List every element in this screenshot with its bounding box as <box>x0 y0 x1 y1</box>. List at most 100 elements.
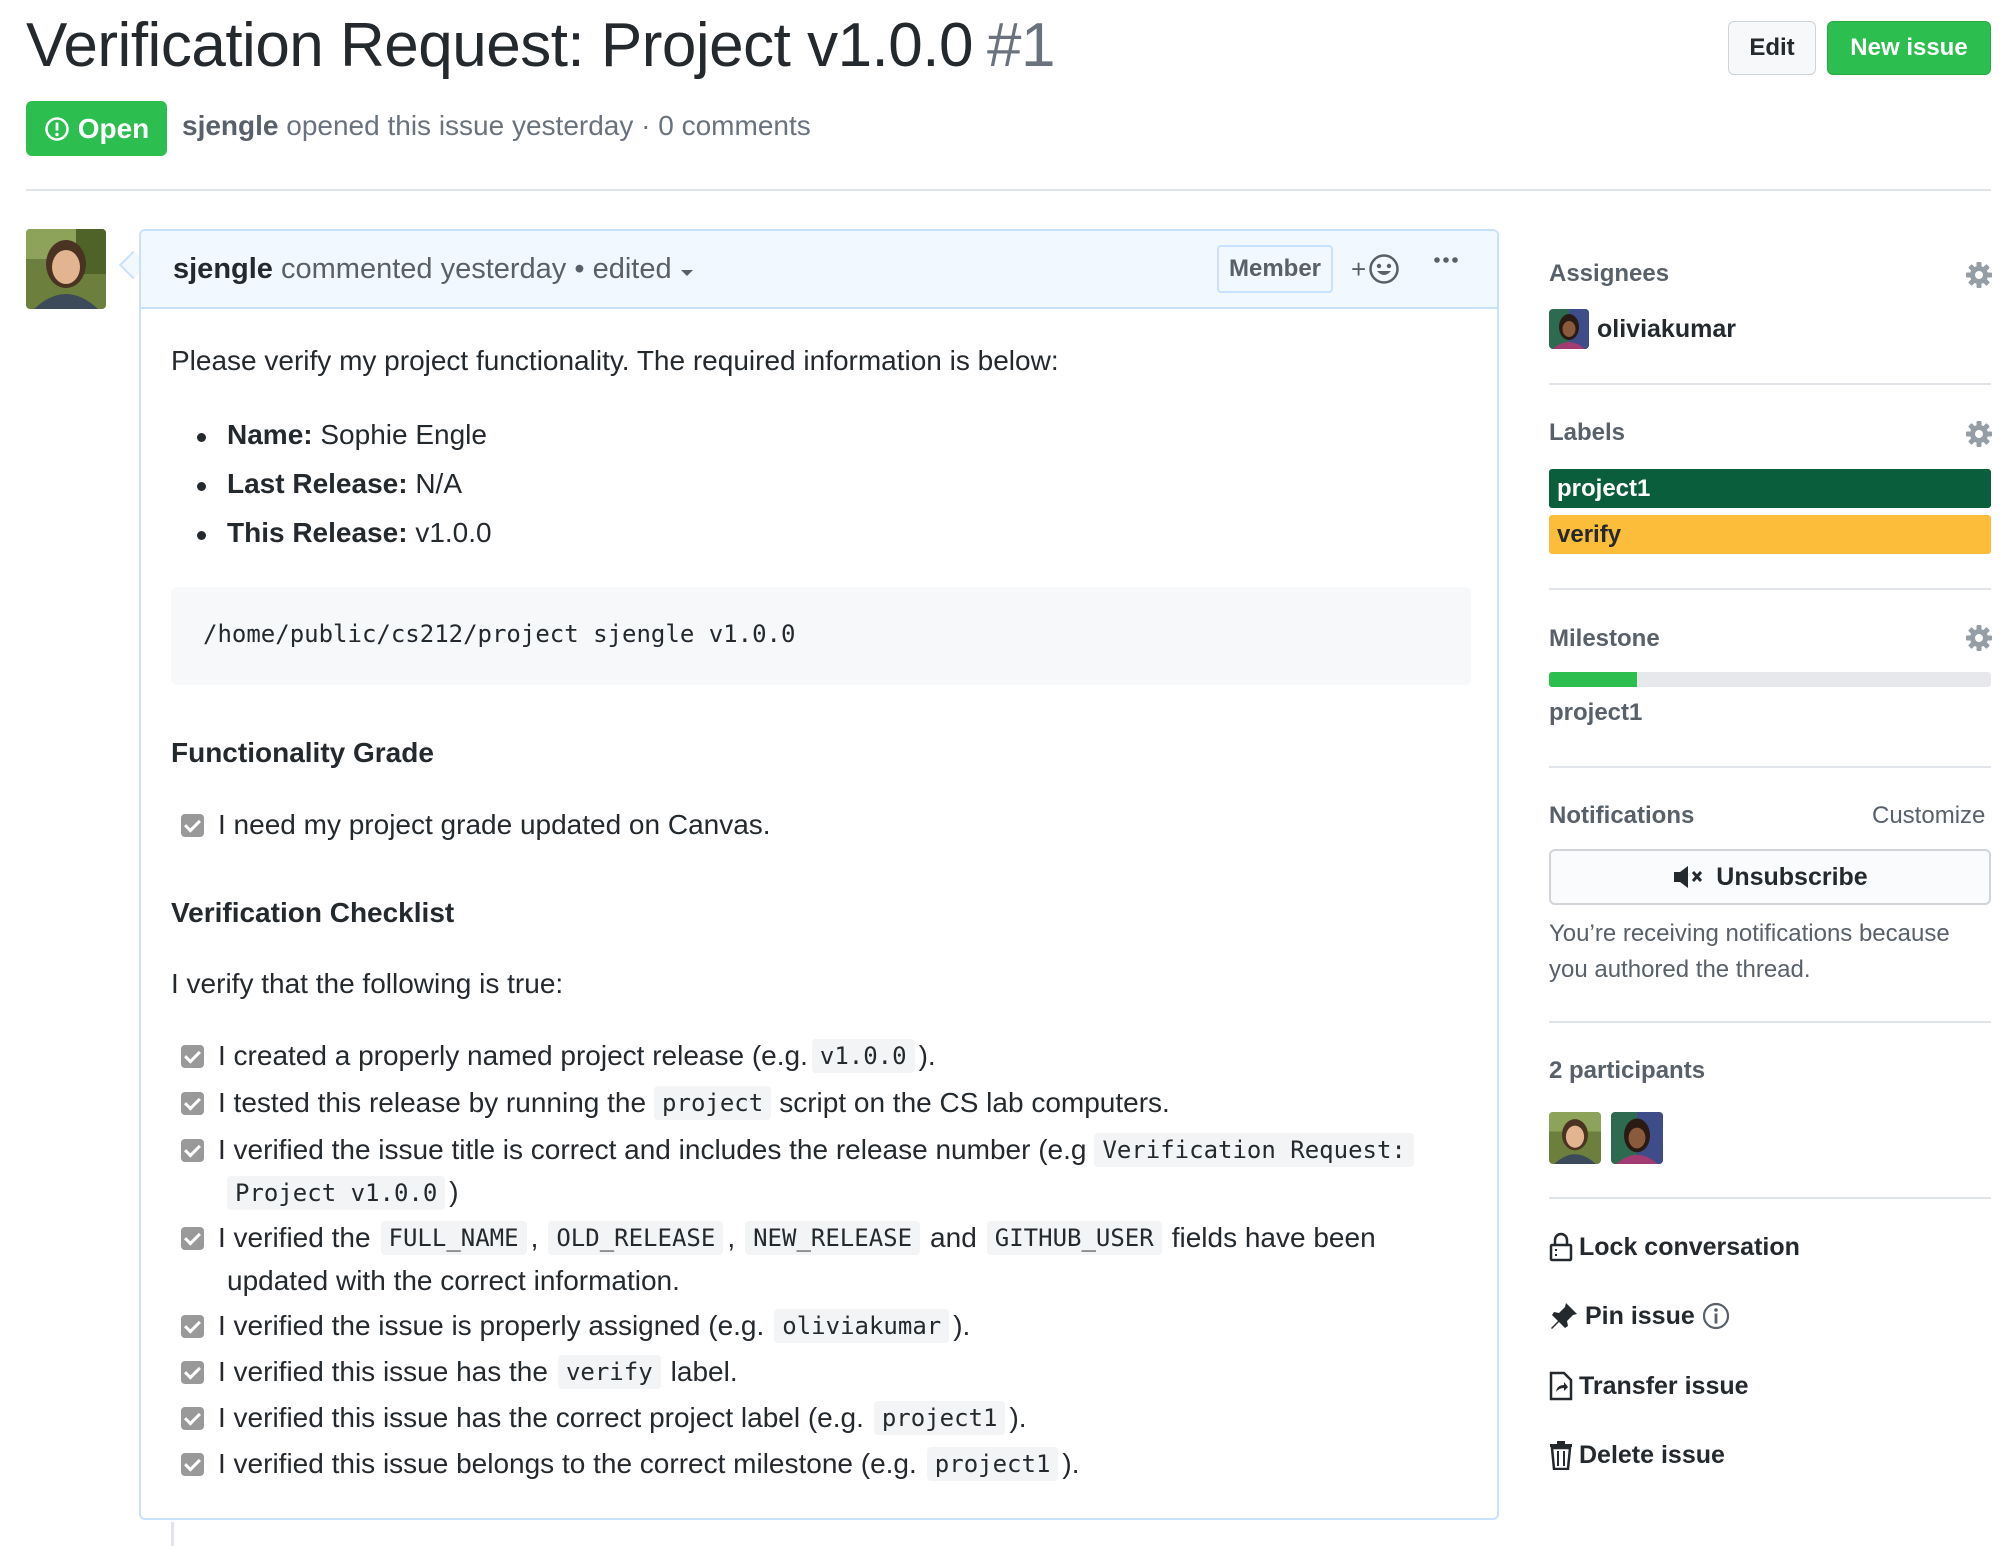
assignee-item[interactable]: oliviakumar <box>1549 309 1736 349</box>
caret-down-icon[interactable] <box>680 268 694 278</box>
smiley-icon <box>1369 254 1399 284</box>
inline-code: verify <box>557 1355 661 1389</box>
pin-icon <box>1551 1303 1577 1329</box>
assignee-name: oliviakumar <box>1597 314 1736 343</box>
task-text: I tested this release by running the <box>218 1087 647 1118</box>
task-item: I verified this issue has the verify label… <box>181 1355 738 1389</box>
task-text: ). <box>1009 1402 1027 1433</box>
issue-state-label: Open <box>77 112 150 144</box>
inline-code: Project v1.0.0 <box>227 1176 446 1210</box>
unsubscribe-button[interactable]: Unsubscribe <box>1549 849 1991 905</box>
comment-box: sjengle commented yesterday • edited Mem… <box>139 229 1499 1520</box>
participants-heading: 2 participants <box>1549 1057 1706 1084</box>
customize-link[interactable]: Customize <box>1872 802 1985 830</box>
inline-code: OLD_RELEASE <box>548 1221 724 1255</box>
header-divider <box>26 189 1991 191</box>
code-block: /home/public/cs212/project sjengle v1.0.… <box>171 587 1471 685</box>
info-value: N/A <box>415 468 463 499</box>
inline-code: Verification Request: <box>1094 1133 1414 1167</box>
checkbox-checked[interactable] <box>181 1314 204 1338</box>
lock-conversation-link[interactable]: Lock conversation <box>1549 1232 1800 1262</box>
participant-avatar[interactable] <box>1549 1112 1601 1164</box>
task-text: I need my project grade updated on Canva… <box>218 809 771 840</box>
checkbox-checked[interactable] <box>181 813 204 837</box>
task-text: ). <box>1062 1448 1080 1479</box>
info-key: This Release: <box>227 517 408 548</box>
unsubscribe-label: Unsubscribe <box>1716 862 1868 891</box>
task-text: I verified the issue is properly assigne… <box>218 1310 765 1341</box>
more-options-button[interactable] <box>1431 245 1471 285</box>
timeline-line <box>171 1522 174 1546</box>
checkbox-checked[interactable] <box>181 1360 204 1384</box>
inline-code: oliviakumar <box>774 1309 950 1343</box>
member-badge: Member <box>1217 245 1333 293</box>
info-value: Sophie Engle <box>320 419 487 450</box>
info-key: Last Release: <box>227 468 408 499</box>
transfer-issue-link[interactable]: Transfer issue <box>1549 1371 1749 1401</box>
lock-conversation-label: Lock conversation <box>1579 1232 1800 1261</box>
list-item: Name: Sophie Engle <box>197 419 487 451</box>
delete-issue-link[interactable]: Delete issue <box>1549 1440 1725 1470</box>
issue-opened-icon <box>44 116 69 141</box>
add-reaction-button[interactable]: + <box>1351 249 1407 289</box>
transfer-issue-label: Transfer issue <box>1579 1371 1749 1400</box>
issue-number: #1 <box>986 11 1055 80</box>
inline-code: project1 <box>926 1447 1059 1481</box>
sidebar-divider <box>1549 1021 1991 1023</box>
assignees-heading[interactable]: Assignees <box>1549 260 1669 288</box>
task-item: I verified this issue belongs to the cor… <box>181 1447 1080 1481</box>
task-text: and <box>930 1222 977 1253</box>
task-item: I verified the issue title is correct an… <box>181 1133 1418 1167</box>
checkbox-checked[interactable] <box>181 1138 204 1162</box>
lock-icon <box>1549 1232 1573 1262</box>
list-item: Last Release: N/A <box>196 468 463 500</box>
assignee-avatar <box>1549 309 1589 349</box>
milestone-progress-bar <box>1549 672 1991 687</box>
label-verify[interactable]: verify <box>1549 515 1991 554</box>
comment-meta[interactable]: commented yesterday • edited <box>281 253 672 285</box>
pin-issue-link[interactable]: Pin issue <box>1549 1301 1731 1331</box>
issue-title-text: Verification Request: Project v1.0.0 <box>26 11 973 80</box>
checkbox-checked[interactable] <box>181 1091 204 1115</box>
comment-author-link[interactable]: sjengle <box>173 253 273 285</box>
task-continuation: updated with the correct information. <box>227 1265 680 1296</box>
mute-icon <box>1674 866 1703 888</box>
labels-heading[interactable]: Labels <box>1549 419 1625 447</box>
issue-state-badge: Open <box>26 101 167 156</box>
task-item: I need my project grade updated on Canva… <box>181 809 771 841</box>
issue-meta-text: opened this issue yesterday · 0 comments <box>286 110 811 141</box>
new-issue-button[interactable]: New issue <box>1827 21 1991 75</box>
checklist-intro: I verify that the following is true: <box>171 968 564 999</box>
info-key: Name: <box>227 419 313 450</box>
task-item: I verified the FULL_NAME, OLD_RELEASE, NEW_… <box>181 1221 1376 1255</box>
checkbox-checked[interactable] <box>181 1044 204 1068</box>
checkbox-checked[interactable] <box>181 1406 204 1430</box>
gear-icon[interactable] <box>1964 623 1994 653</box>
list-item: This Release: v1.0.0 <box>197 517 492 549</box>
sidebar-divider <box>1549 588 1991 590</box>
edit-button[interactable]: Edit <box>1728 21 1816 75</box>
inline-code: project <box>654 1086 772 1120</box>
milestone-link[interactable]: project1 <box>1549 699 1642 727</box>
task-text: I verified this issue has the correct pr… <box>218 1402 864 1433</box>
pin-issue-label: Pin issue <box>1585 1301 1695 1330</box>
task-text: fields have been <box>1171 1222 1376 1253</box>
label-project1[interactable]: project1 <box>1549 469 1991 508</box>
task-text: ). <box>918 1040 936 1071</box>
issue-author-link[interactable]: sjengle <box>182 110 278 141</box>
info-icon[interactable] <box>1701 1301 1731 1331</box>
task-text: I created a properly named project relea… <box>218 1040 808 1071</box>
gear-icon[interactable] <box>1964 260 1994 290</box>
task-item: I verified this issue has the correct pr… <box>181 1401 1027 1435</box>
transfer-icon <box>1549 1371 1573 1401</box>
task-text: I verified the issue title is correct an… <box>218 1134 1087 1165</box>
checkbox-checked[interactable] <box>181 1452 204 1476</box>
task-text: , <box>530 1222 539 1253</box>
author-avatar[interactable] <box>26 229 106 309</box>
gear-icon[interactable] <box>1964 419 1994 449</box>
milestone-heading[interactable]: Milestone <box>1549 625 1660 653</box>
comment-author-line: sjengle commented yesterday • edited <box>173 253 694 286</box>
comment-intro: Please verify my project functionality. … <box>171 345 1059 376</box>
participant-avatar[interactable] <box>1611 1112 1663 1164</box>
checkbox-checked[interactable] <box>181 1226 204 1250</box>
